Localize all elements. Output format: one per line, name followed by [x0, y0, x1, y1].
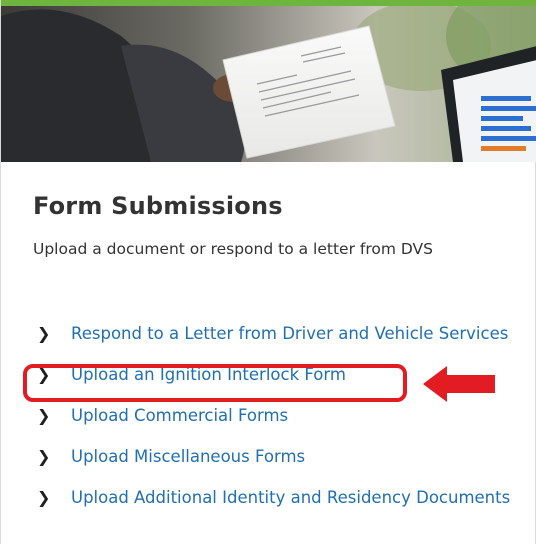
upload-identity-residency-link[interactable]: Upload Additional Identity and Residency… [71, 488, 510, 508]
highlight-box [23, 364, 407, 402]
list-item: ❯ Upload Additional Identity and Residen… [37, 488, 510, 529]
chevron-right-icon: ❯ [37, 488, 51, 507]
chevron-right-icon: ❯ [37, 447, 51, 466]
form-links-list: ❯ Respond to a Letter from Driver and Ve… [37, 324, 510, 529]
upload-miscellaneous-link[interactable]: Upload Miscellaneous Forms [71, 447, 305, 467]
list-item: ❯ Upload Miscellaneous Forms [37, 447, 510, 488]
chevron-right-icon: ❯ [37, 406, 51, 425]
section-title: Form Submissions [33, 192, 283, 220]
left-arrow-icon [423, 366, 495, 402]
form-submissions-card: Form Submissions Upload a document or re… [0, 0, 536, 544]
chevron-right-icon: ❯ [37, 324, 51, 343]
list-item: ❯ Respond to a Letter from Driver and Ve… [37, 324, 510, 365]
upload-commercial-link[interactable]: Upload Commercial Forms [71, 406, 288, 426]
hero-image [1, 6, 536, 162]
section-subtitle: Upload a document or respond to a letter… [33, 240, 433, 258]
respond-letter-link[interactable]: Respond to a Letter from Driver and Vehi… [71, 324, 508, 344]
list-item: ❯ Upload Commercial Forms [37, 406, 510, 447]
